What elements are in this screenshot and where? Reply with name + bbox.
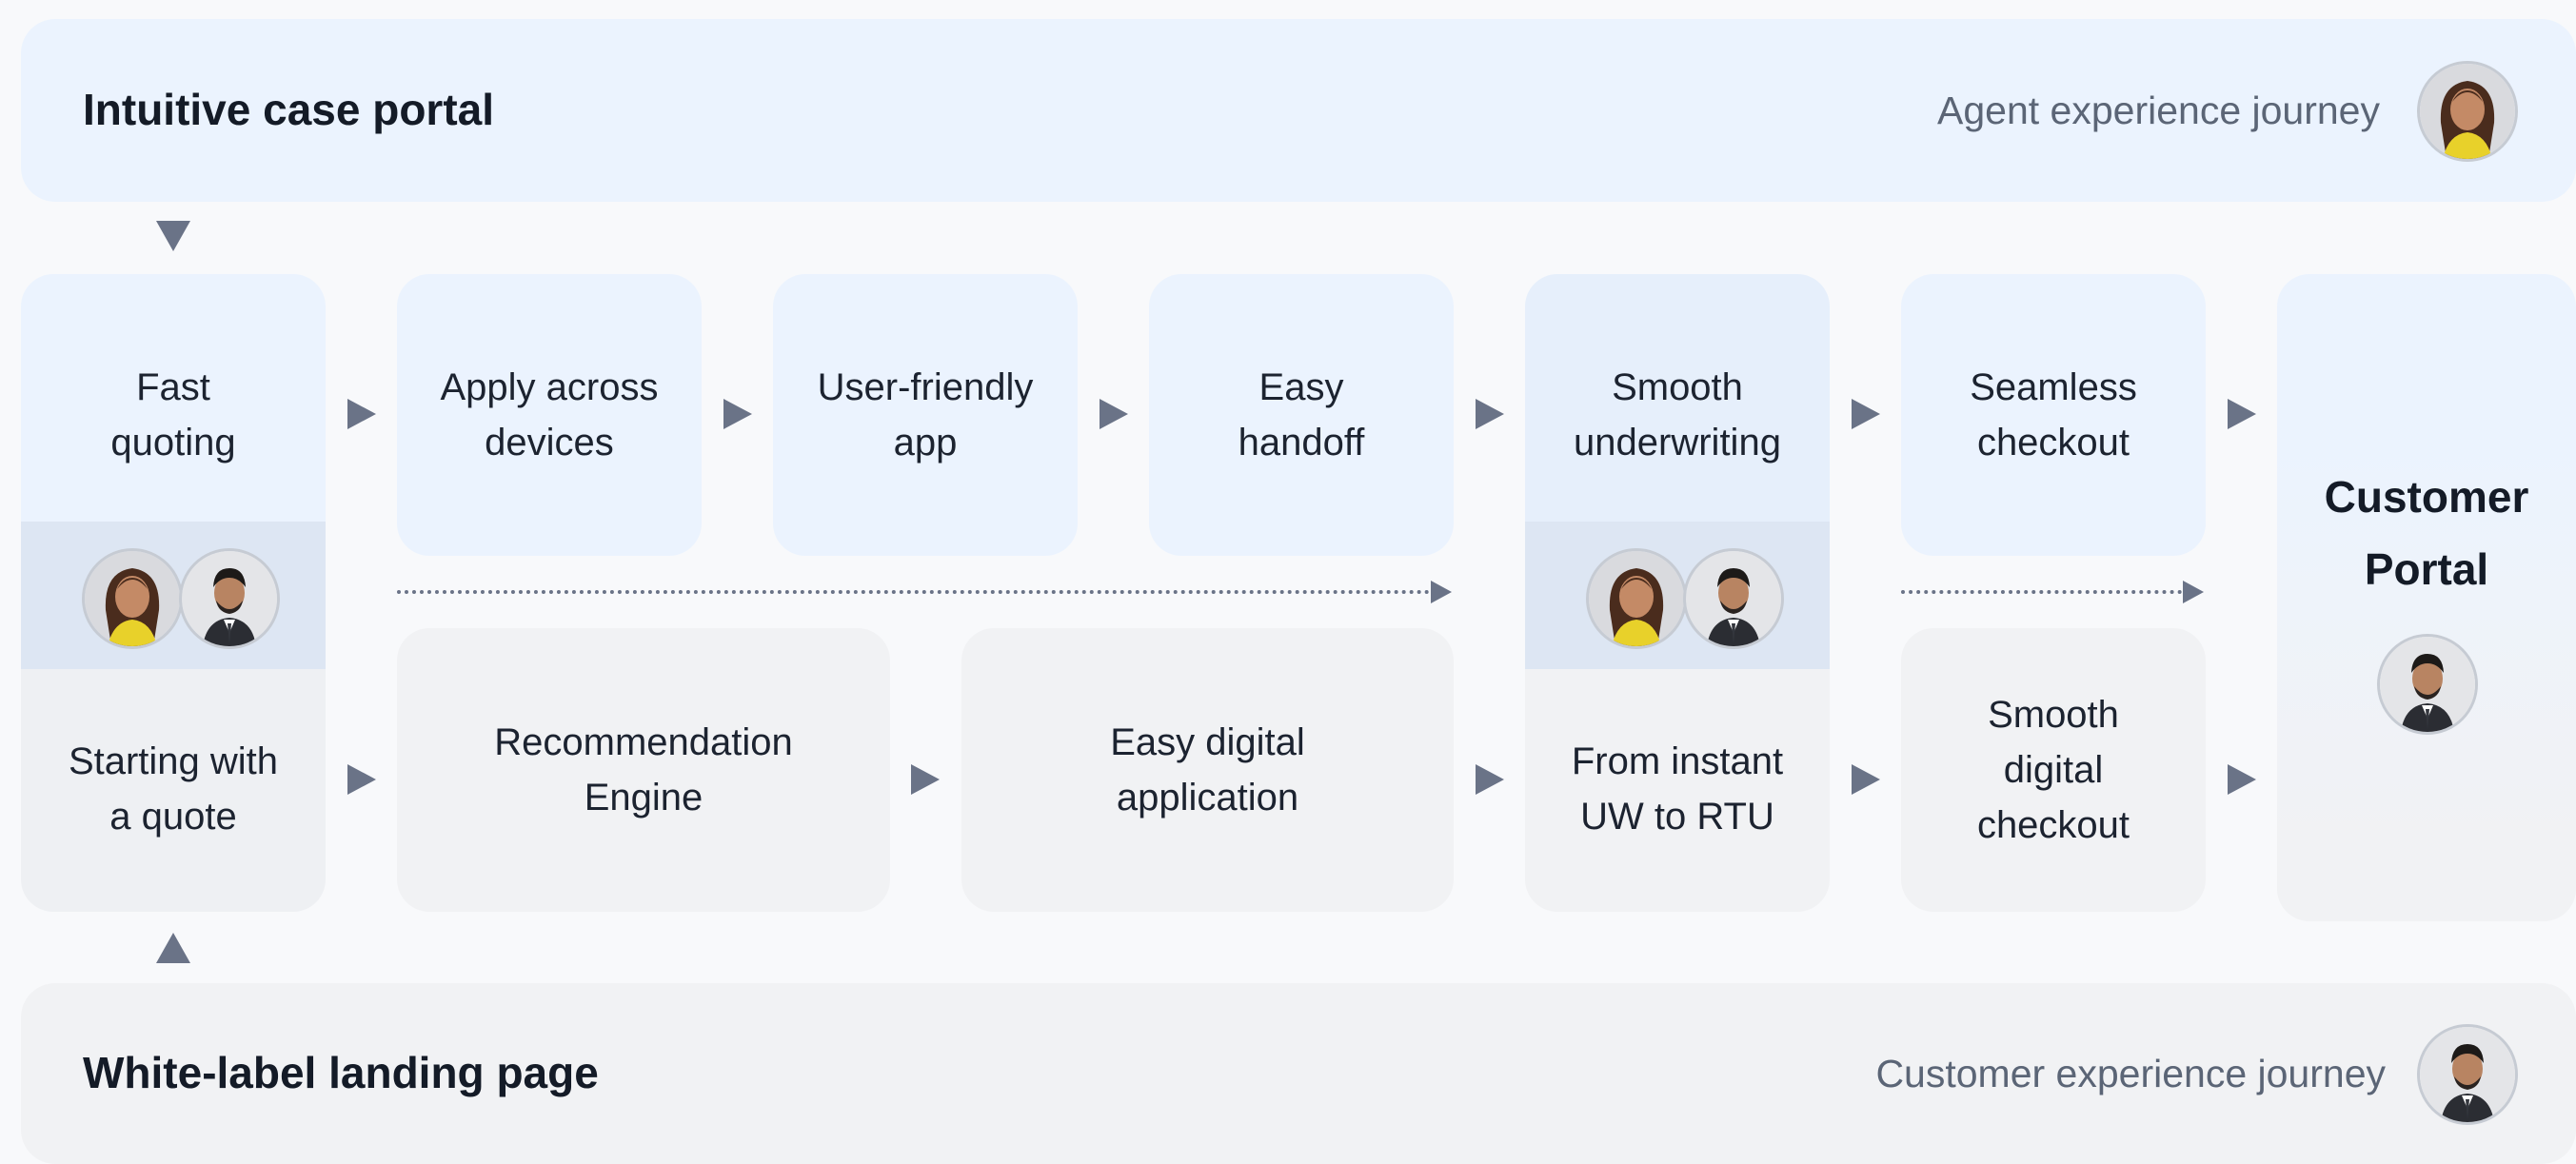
step-smooth-underwriting: Smooth underwriting: [1574, 366, 1781, 464]
arrow-right-icon: [1852, 399, 1880, 429]
dotted-connector: [1901, 590, 2182, 594]
step-starting-with-a-quote: Starting with a quote: [68, 740, 279, 838]
customer-man-avatar-icon: [2417, 1024, 2518, 1125]
step-seamless-checkout: Seamless checkout: [1901, 274, 2206, 556]
shared-avatars-start: [82, 548, 280, 649]
step-instant-uw-to-rtu: From instant UW to RTU: [1571, 740, 1784, 838]
arrow-right-icon: [1431, 581, 1452, 603]
agent-banner-title: Intuitive case portal: [83, 85, 495, 134]
customer-man-avatar-icon: [1683, 548, 1784, 649]
agent-woman-avatar-icon: [1586, 548, 1687, 649]
customer-journey-label: Customer experience journey: [1875, 1052, 2386, 1095]
arrow-right-icon: [723, 399, 752, 429]
arrow-right-icon: [1476, 764, 1504, 795]
customer-portal-title: Customer Portal: [2324, 472, 2529, 594]
shared-avatars-underwriting: [1586, 548, 1784, 649]
arrow-right-icon: [1476, 399, 1504, 429]
step-apply-across-devices: Apply across devices: [397, 274, 702, 556]
dotted-connector: [397, 590, 1430, 594]
arrow-right-icon: [2183, 581, 2204, 603]
arrow-up-icon: [156, 933, 190, 963]
arrow-right-icon: [2228, 399, 2256, 429]
customer-banner-title: White-label landing page: [83, 1048, 599, 1097]
arrow-right-icon: [2228, 764, 2256, 795]
step-user-friendly-app: User-friendly app: [773, 274, 1078, 556]
agent-woman-avatar-icon: [2417, 61, 2518, 162]
arrow-right-icon: [347, 399, 376, 429]
step-easy-digital-application: Easy digital application: [961, 628, 1454, 912]
customer-man-avatar-icon: [2377, 634, 2478, 735]
arrow-right-icon: [1100, 399, 1128, 429]
arrow-right-icon: [347, 764, 376, 795]
step-smooth-digital-checkout: Smooth digital checkout: [1901, 628, 2206, 912]
step-fast-quoting: Fast quoting: [110, 366, 236, 464]
arrow-down-icon: [156, 221, 190, 251]
step-recommendation-engine: Recommendation Engine: [397, 628, 890, 912]
arrow-right-icon: [911, 764, 940, 795]
agent-journey-label: Agent experience journey: [1937, 89, 2380, 132]
agent-woman-avatar-icon: [82, 548, 183, 649]
arrow-right-icon: [1852, 764, 1880, 795]
step-easy-handoff: Easy handoff: [1149, 274, 1454, 556]
customer-man-avatar-icon: [179, 548, 280, 649]
